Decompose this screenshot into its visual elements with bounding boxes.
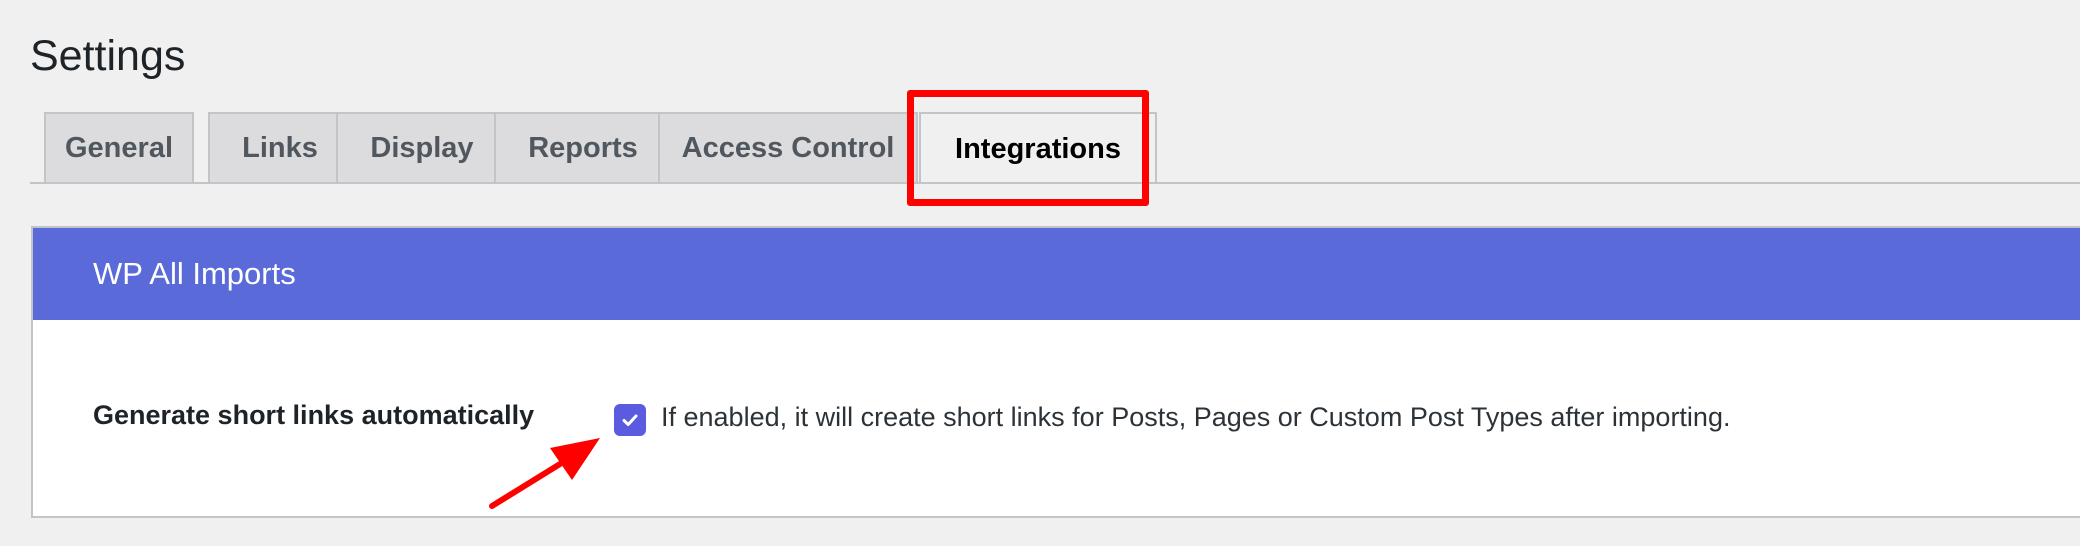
tab-access-control[interactable]: Access Control xyxy=(658,112,918,182)
arrow-icon xyxy=(489,438,600,509)
panel-title: WP All Imports xyxy=(93,256,296,291)
tab-display[interactable]: Display xyxy=(336,112,508,182)
check-icon xyxy=(622,414,638,426)
tab-links[interactable]: Links xyxy=(208,112,352,182)
panel-header: WP All Imports xyxy=(33,228,2080,320)
tab-general[interactable]: General xyxy=(44,112,194,182)
setting-label: Generate short links automatically xyxy=(93,400,535,430)
integration-panel: WP All Imports Generate short links auto… xyxy=(31,226,2080,518)
tab-reports[interactable]: Reports xyxy=(494,112,672,182)
setting-description: If enabled, it will create short links f… xyxy=(661,402,1731,432)
generate-short-links-checkbox[interactable] xyxy=(614,404,646,436)
annotation-highlight-box xyxy=(907,90,1149,206)
